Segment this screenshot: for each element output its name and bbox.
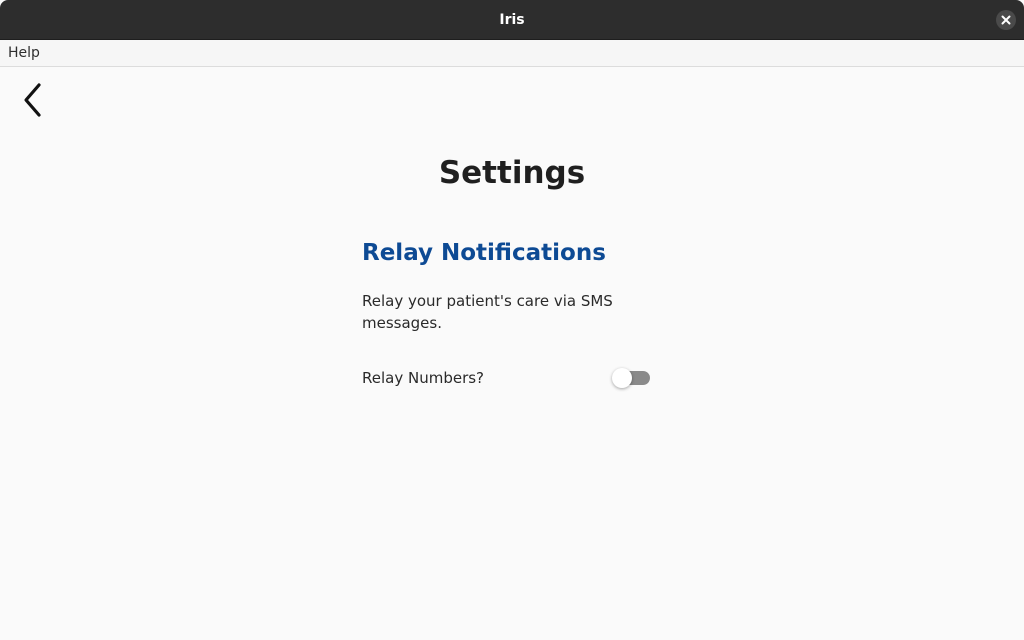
section-heading: Relay Notifications bbox=[362, 240, 606, 266]
toggle-knob bbox=[612, 368, 632, 388]
window-title: Iris bbox=[499, 12, 525, 28]
menu-item-help[interactable]: Help bbox=[8, 40, 40, 66]
relay-notifications-section: Relay Notifications Relay your patient's… bbox=[362, 236, 652, 390]
close-button[interactable] bbox=[996, 10, 1016, 30]
app-window: Iris Help Settings Relay Notifications R… bbox=[0, 0, 1024, 640]
section-description: Relay your patient's care via SMS messag… bbox=[362, 292, 613, 332]
menu-bar: Help bbox=[0, 40, 1024, 67]
close-icon bbox=[1001, 15, 1011, 25]
relay-numbers-toggle[interactable] bbox=[612, 368, 652, 388]
chevron-left-icon bbox=[24, 83, 41, 117]
page-title: Settings bbox=[438, 155, 586, 191]
back-button[interactable] bbox=[18, 80, 50, 120]
relay-numbers-label: Relay Numbers? bbox=[362, 369, 485, 387]
relay-numbers-row: Relay Numbers? bbox=[362, 366, 652, 390]
title-bar[interactable]: Iris bbox=[0, 0, 1024, 40]
